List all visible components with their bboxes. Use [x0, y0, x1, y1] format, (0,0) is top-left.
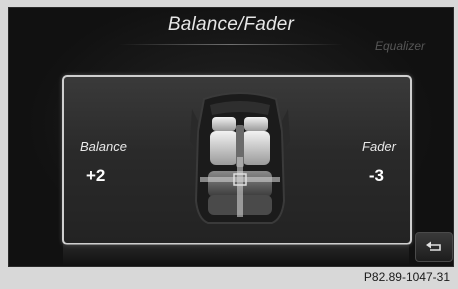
- page-title: Balance/Fader: [167, 14, 295, 35]
- back-button[interactable]: [415, 232, 453, 262]
- balance-label: Balance: [80, 139, 127, 154]
- balance-fader-panel[interactable]: Balance +2 Fader -3: [62, 75, 412, 245]
- fader-value: -3: [368, 166, 384, 185]
- balance-value: +2: [86, 166, 106, 185]
- equalizer-menu-item[interactable]: Equalizer: [375, 39, 425, 53]
- title-divider: [119, 44, 343, 45]
- display-screen: Balance/Fader Equalizer Balance +2 Fader…: [8, 7, 454, 267]
- fader-label: Fader: [362, 139, 396, 154]
- panel-reflection: [63, 244, 409, 266]
- back-arrow-icon: [426, 241, 441, 251]
- car-seats-icon: [182, 91, 298, 227]
- image-caption: P82.89-1047-31: [363, 270, 450, 284]
